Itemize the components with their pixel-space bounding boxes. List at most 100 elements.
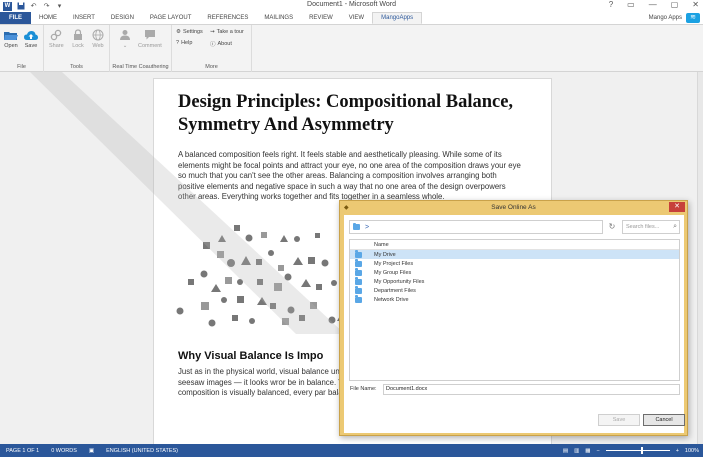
settings-button[interactable]: ⚙ Settings — [176, 29, 203, 35]
undo-icon[interactable]: ↶ — [29, 2, 38, 11]
word-logo-icon: W — [3, 1, 12, 11]
list-item[interactable]: My Project Files — [350, 259, 679, 268]
close-icon[interactable]: ✕ — [692, 0, 699, 9]
group-label-tools: Tools — [70, 64, 83, 70]
save-icon[interactable] — [16, 2, 25, 11]
tab-references[interactable]: REFERENCES — [199, 12, 256, 24]
folder-icon — [355, 259, 362, 267]
redo-icon[interactable]: ↷ — [42, 2, 51, 11]
open-button[interactable]: Open — [4, 29, 18, 49]
zoom-level[interactable]: 100% — [685, 448, 699, 454]
folder-icon — [355, 268, 362, 276]
user-icon — [118, 29, 132, 41]
comment-button[interactable]: Comment — [138, 29, 162, 49]
question-icon: ? — [176, 40, 180, 46]
column-header-name[interactable]: Name — [350, 240, 679, 250]
list-item[interactable]: Department Files — [350, 286, 679, 295]
user-name[interactable]: Mango Apps — [649, 15, 682, 21]
lock-icon — [71, 29, 85, 41]
path-bar[interactable]: > — [349, 220, 603, 234]
maximize-icon[interactable]: ▢ — [671, 0, 679, 9]
zoom-slider[interactable] — [605, 447, 670, 454]
group-label-file: File — [17, 64, 26, 70]
proofing-icon[interactable]: ▣ — [83, 448, 100, 454]
comment-icon — [143, 29, 157, 41]
read-mode-icon[interactable]: ▤ — [563, 448, 568, 454]
save-button[interactable]: Save — [598, 414, 640, 426]
take-tour-button[interactable]: ⇝ Take a tour — [210, 29, 244, 35]
language-status[interactable]: ENGLISH (UNITED STATES) — [100, 448, 184, 454]
help-button[interactable]: ? Help — [176, 40, 192, 46]
quick-access-toolbar: W ↶ ↷ ▾ — [0, 1, 64, 11]
web-layout-icon[interactable]: ▦ — [585, 448, 590, 454]
group-file: Open Save File — [0, 25, 44, 72]
word-count[interactable]: 0 WORDS — [45, 448, 83, 454]
path-separator: > — [365, 223, 370, 231]
list-item[interactable]: My Group Files — [350, 268, 679, 277]
list-item[interactable]: My Drive — [350, 250, 679, 259]
cancel-button[interactable]: Cancel — [643, 414, 685, 426]
window-controls: ? ▭ — ▢ ✕ — [609, 0, 699, 9]
file-name-input[interactable]: Document1.docx — [383, 384, 680, 395]
group-label-realtime: Real Time Coauthering — [112, 64, 169, 70]
file-list: Name My Drive My Project Files My Group … — [349, 239, 680, 381]
group-tools: Share Lock Web Tools — [44, 25, 110, 72]
info-icon: ⓘ — [210, 42, 216, 48]
ribbon-display-icon[interactable]: ▭ — [627, 0, 635, 9]
search-input[interactable]: Search files... ⌕ — [622, 220, 680, 234]
tour-icon: ⇝ — [210, 29, 215, 35]
group-label-more: More — [205, 64, 218, 70]
tab-page-layout[interactable]: PAGE LAYOUT — [142, 12, 199, 24]
coauthor-dropdown-icon: ⌄ — [122, 43, 128, 49]
page-count[interactable]: PAGE 1 OF 1 — [0, 448, 45, 454]
lock-button[interactable]: Lock — [71, 29, 85, 49]
dialog-close-button[interactable]: ✕ — [669, 202, 685, 212]
status-bar: PAGE 1 OF 1 0 WORDS ▣ ENGLISH (UNITED ST… — [0, 444, 703, 457]
list-item[interactable]: My Opportunity Files — [350, 277, 679, 286]
tab-file[interactable]: FILE — [0, 12, 31, 24]
zoom-slider-thumb[interactable] — [640, 447, 643, 454]
about-button[interactable]: ⓘ About — [210, 40, 232, 48]
list-item[interactable]: Network Drive — [350, 295, 679, 304]
save-online-as-dialog: ◆ Save Online As ✕ > ↻ Search files... ⌕… — [339, 200, 688, 436]
folder-icon — [355, 277, 362, 285]
dialog-body: > ↻ Search files... ⌕ Name My Drive My P… — [344, 215, 685, 433]
mango-logo-icon: ≋ — [686, 13, 700, 23]
share-button[interactable]: Share — [49, 29, 64, 49]
coauthor-user-button[interactable]: ⌄ — [118, 29, 132, 49]
tab-insert[interactable]: INSERT — [65, 12, 103, 24]
file-name-label: File Name: — [350, 386, 377, 392]
folder-icon — [355, 295, 362, 303]
search-icon: ⌕ — [673, 223, 677, 230]
tab-home[interactable]: HOME — [31, 12, 65, 24]
globe-icon — [91, 29, 105, 41]
ribbon-tabs: FILE HOME INSERT DESIGN PAGE LAYOUT REFE… — [0, 12, 703, 24]
group-realtime: ⌄ Comment Real Time Coauthering — [110, 25, 172, 72]
zoom-out-icon[interactable]: − — [596, 448, 599, 454]
ribbon: Open Save File Share Lock Web Tools ⌄ Co… — [0, 24, 703, 72]
web-button[interactable]: Web — [91, 29, 105, 49]
print-layout-icon[interactable]: ▥ — [574, 448, 579, 454]
vertical-scrollbar[interactable] — [697, 72, 703, 444]
tab-review[interactable]: REVIEW — [301, 12, 341, 24]
window-title: Document1 - Microsoft Word — [307, 1, 396, 8]
tab-design[interactable]: DESIGN — [103, 12, 142, 24]
tab-view[interactable]: VIEW — [341, 12, 372, 24]
folder-icon — [353, 222, 360, 230]
title-bar: W ↶ ↷ ▾ Document1 - Microsoft Word ? ▭ —… — [0, 0, 703, 12]
refresh-icon[interactable]: ↻ — [606, 221, 618, 233]
save-cloud-button[interactable]: Save — [24, 29, 38, 49]
zoom-in-icon[interactable]: + — [676, 448, 679, 454]
dialog-title: Save Online As — [491, 204, 536, 211]
customize-qat-icon[interactable]: ▾ — [55, 2, 64, 11]
help-icon[interactable]: ? — [609, 0, 613, 9]
group-more: ⚙ Settings ⇝ Take a tour ? Help ⓘ About … — [172, 25, 252, 72]
minimize-icon[interactable]: — — [649, 0, 657, 9]
folder-icon — [355, 286, 362, 294]
tab-mangoapps[interactable]: MangoApps — [372, 12, 423, 24]
cloud-upload-icon — [24, 29, 38, 41]
folder-icon — [355, 250, 362, 258]
link-icon — [49, 29, 63, 41]
folder-open-icon — [4, 29, 18, 41]
tab-mailings[interactable]: MAILINGS — [256, 12, 301, 24]
